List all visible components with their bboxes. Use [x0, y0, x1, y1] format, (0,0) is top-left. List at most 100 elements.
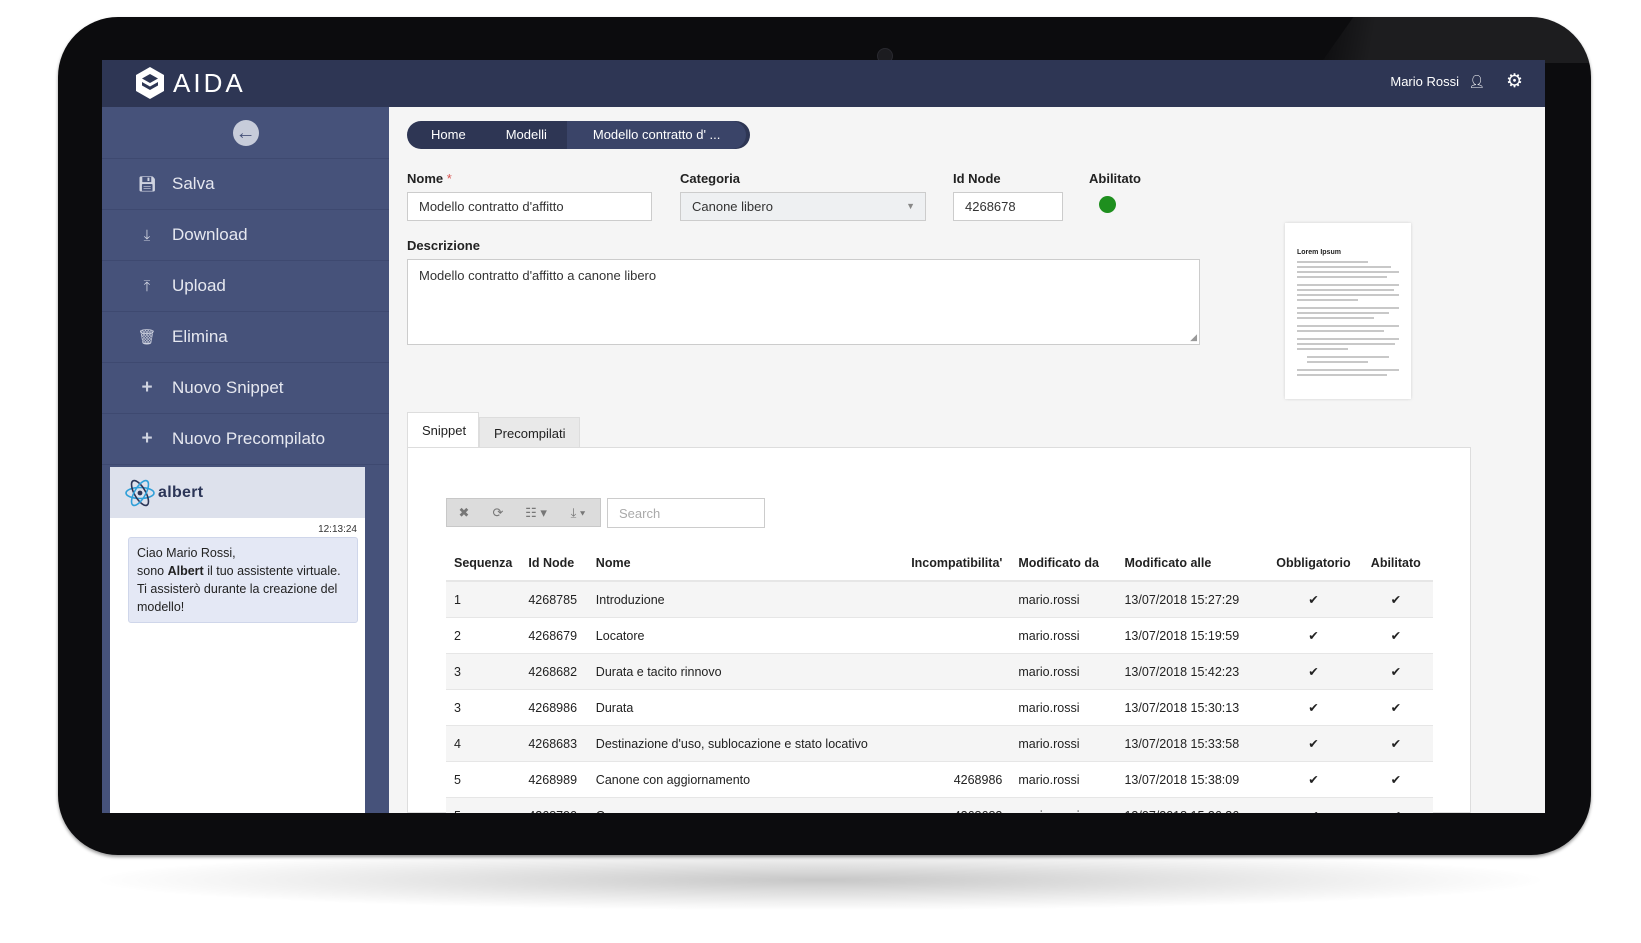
- cell-at: 13/07/2018 15:42:23: [1116, 653, 1269, 690]
- clear-filter-button[interactable]: ✖: [447, 505, 481, 521]
- sidebar-item-label: Salva: [172, 174, 215, 193]
- sidebar-item-upload[interactable]: ⤒ Upload: [102, 261, 389, 312]
- table-search: [607, 498, 765, 528]
- cell-by: mario.rossi: [1010, 617, 1117, 654]
- col-modificato-da[interactable]: Modificato da: [1010, 546, 1117, 582]
- breadcrumb: Home Modelli Modello contratto d' ...: [407, 121, 751, 149]
- refresh-button[interactable]: ⟳: [481, 505, 515, 521]
- export-button[interactable]: ⤓ ▾: [557, 505, 599, 521]
- resize-grip-icon[interactable]: ◢: [1190, 332, 1197, 343]
- sidebar-item-label: Nuovo Snippet: [172, 378, 284, 397]
- breadcrumb-home[interactable]: Home: [411, 121, 486, 149]
- cell-incomp: [899, 725, 1011, 762]
- enabled-status-dot[interactable]: [1099, 196, 1116, 213]
- sidebar-item-elimina[interactable]: 🗑︎ Elimina: [102, 312, 389, 363]
- cell-incomp: 4268986: [899, 761, 1011, 798]
- table-row[interactable]: 4 4268683 Destinazione d'uso, sublocazio…: [446, 725, 1433, 762]
- sidebar-item-nuovo-precompilato[interactable]: + Nuovo Precompilato: [102, 414, 389, 465]
- snippet-panel: ✖ ⟳ ☷ ▾ ⤓ ▾ Sequenza Id Node Nome Incomp…: [407, 447, 1471, 813]
- cell-at: 13/07/2018 15:27:29: [1116, 581, 1269, 618]
- tab-precompilati[interactable]: Precompilati: [479, 417, 580, 448]
- table-row[interactable]: 3 4268986 Durata mario.rossi 13/07/2018 …: [446, 689, 1433, 726]
- app-screen: AIDA Mario Rossi 👤︎ ⚙ ← 💾︎ Salva ⤓ Downl…: [102, 60, 1545, 813]
- cell-name: Locatore: [587, 617, 900, 654]
- gear-icon[interactable]: ⚙: [1506, 70, 1523, 93]
- table-row[interactable]: 5 4268790 Canone 4268682 mario.rossi 13/…: [446, 797, 1433, 813]
- col-nome[interactable]: Nome: [587, 546, 900, 582]
- document-preview[interactable]: Lorem Ipsum: [1285, 223, 1411, 399]
- cell-seq: 5: [446, 761, 521, 798]
- required-marker: *: [446, 171, 452, 186]
- app-name: AIDA: [173, 67, 246, 98]
- sidebar-item-label: Download: [172, 225, 248, 244]
- cell-name: Destinazione d'uso, sublocazione e stato…: [587, 725, 900, 762]
- check-icon: ✔: [1268, 761, 1359, 798]
- col-modificato-alle[interactable]: Modificato alle: [1116, 546, 1269, 582]
- cell-at: 13/07/2018 15:38:09: [1116, 761, 1269, 798]
- check-icon: ✔: [1268, 689, 1359, 726]
- description-textarea[interactable]: Modello contratto d'affitto a canone lib…: [407, 259, 1200, 345]
- check-icon: ✔: [1268, 617, 1359, 654]
- name-label-text: Nome: [407, 171, 444, 186]
- cell-name: Canone con aggiornamento: [587, 761, 900, 798]
- check-icon: ✔: [1268, 581, 1359, 618]
- sidebar-item-label: Upload: [172, 276, 226, 295]
- tab-snippet[interactable]: Snippet: [407, 412, 479, 448]
- main-content: Home Modelli Modello contratto d' ... No…: [389, 107, 1545, 813]
- sidebar-item-label: Nuovo Precompilato: [172, 429, 326, 448]
- assistant-name: albert: [158, 483, 204, 501]
- trash-icon: 🗑︎: [137, 329, 157, 346]
- cell-id: 4268785: [520, 581, 588, 618]
- breadcrumb-models[interactable]: Modelli: [486, 121, 567, 149]
- col-abilitato[interactable]: Abilitato: [1358, 546, 1433, 582]
- col-incompatibilita[interactable]: Incompatibilita': [899, 546, 1011, 582]
- col-obbligatorio[interactable]: Obbligatorio: [1268, 546, 1359, 582]
- cell-name: Durata e tacito rinnovo: [587, 653, 900, 690]
- table-row[interactable]: 5 4268989 Canone con aggiornamento 42689…: [446, 761, 1433, 798]
- cell-by: mario.rossi: [1010, 581, 1117, 618]
- cell-incomp: [899, 617, 1011, 654]
- cell-incomp: 4268682: [899, 797, 1011, 813]
- cell-name: Introduzione: [587, 581, 900, 618]
- snippet-table: Sequenza Id Node Nome Incompatibilita' M…: [446, 546, 1433, 813]
- user-name[interactable]: Mario Rossi: [1390, 74, 1459, 89]
- check-icon: ✔: [1358, 761, 1433, 798]
- col-sequenza[interactable]: Sequenza: [446, 546, 521, 582]
- check-icon: ✔: [1268, 653, 1359, 690]
- category-select[interactable]: Canone libero ▼: [680, 192, 926, 221]
- cell-at: 13/07/2018 15:33:58: [1116, 725, 1269, 762]
- sidebar-item-nuovo-snippet[interactable]: + Nuovo Snippet: [102, 363, 389, 414]
- cell-id: 4268986: [520, 689, 588, 726]
- sidebar: ← 💾︎ Salva ⤓ Download ⤒ Upload 🗑︎ Elimin…: [102, 107, 389, 813]
- cell-seq: 3: [446, 689, 521, 726]
- chat-message: Ciao Mario Rossi, sono Albert il tuo ass…: [128, 537, 358, 623]
- user-icon[interactable]: 👤︎: [1468, 74, 1485, 90]
- cell-at: 13/07/2018 15:36:36: [1116, 797, 1269, 813]
- columns-button[interactable]: ☷ ▾: [515, 505, 557, 521]
- sidebar-item-salva[interactable]: 💾︎ Salva: [102, 159, 389, 210]
- name-input[interactable]: Modello contratto d'affitto: [407, 192, 652, 221]
- top-bar: AIDA Mario Rossi 👤︎ ⚙: [102, 60, 1545, 107]
- assistant-panel: albert 12:13:24 Ciao Mario Rossi, sono A…: [110, 467, 365, 813]
- check-icon: ✔: [1358, 725, 1433, 762]
- bezel-gloss: [1321, 17, 1591, 63]
- table-row[interactable]: 1 4268785 Introduzione mario.rossi 13/07…: [446, 581, 1433, 618]
- cell-at: 13/07/2018 15:19:59: [1116, 617, 1269, 654]
- sidebar-item-download[interactable]: ⤓ Download: [102, 210, 389, 261]
- description-label: Descrizione: [407, 238, 480, 253]
- search-input[interactable]: [608, 499, 764, 527]
- arrow-left-icon: ←: [232, 119, 259, 146]
- check-icon: ✔: [1268, 725, 1359, 762]
- cell-by: mario.rossi: [1010, 653, 1117, 690]
- chat-greeting: Ciao Mario Rossi,: [137, 546, 236, 560]
- breadcrumb-current: Modello contratto d' ...: [566, 121, 747, 149]
- app-logo[interactable]: AIDA: [135, 66, 246, 100]
- back-button[interactable]: ←: [102, 107, 389, 159]
- col-idnode[interactable]: Id Node: [520, 546, 588, 582]
- cell-by: mario.rossi: [1010, 797, 1117, 813]
- idnode-input[interactable]: 4268678: [953, 192, 1063, 221]
- table-row[interactable]: 3 4268682 Durata e tacito rinnovo mario.…: [446, 653, 1433, 690]
- check-icon: ✔: [1358, 797, 1433, 813]
- table-row[interactable]: 2 4268679 Locatore mario.rossi 13/07/201…: [446, 617, 1433, 654]
- cell-id: 4268683: [520, 725, 588, 762]
